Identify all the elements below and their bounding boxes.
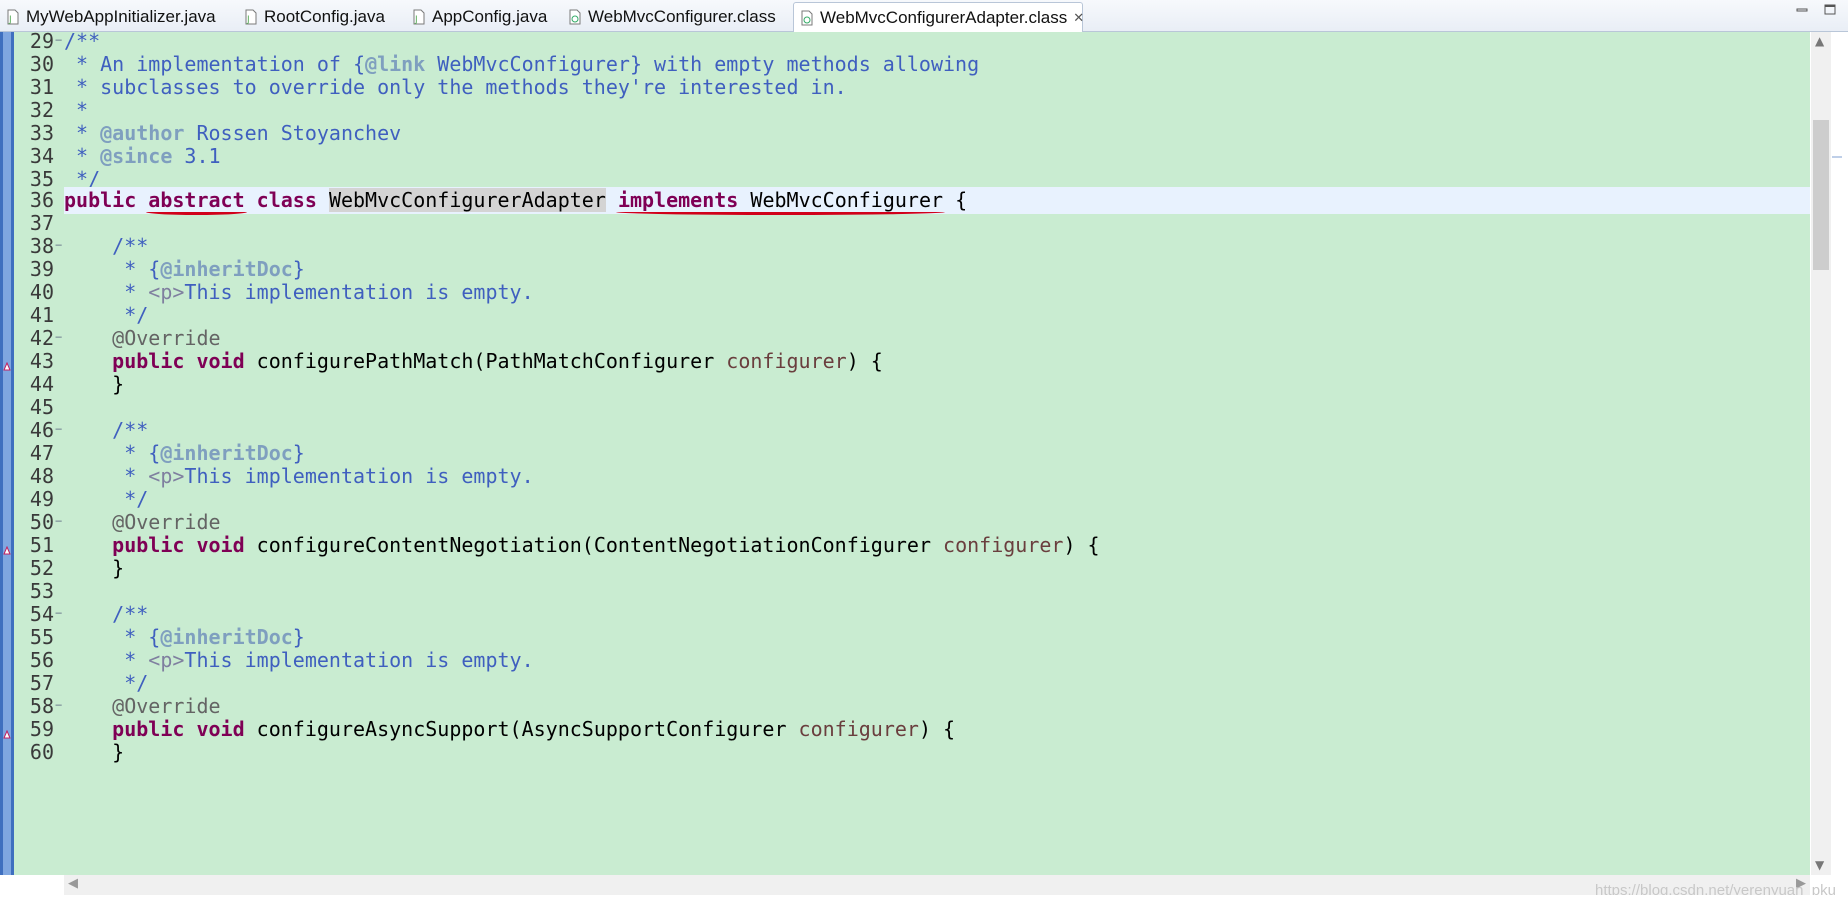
code-editor[interactable]: 29−30 31 32 33 34 35 36 37 38−39 40 41 42−43 44 45 46−…	[0, 29, 1848, 908]
svg-text:J: J	[8, 15, 12, 25]
fold-toggle-icon[interactable]: −	[55, 417, 63, 444]
scroll-left-icon[interactable]: ◀	[68, 876, 78, 891]
code-line-60: }	[64, 740, 125, 764]
minimize-icon[interactable]	[1794, 2, 1810, 18]
code-text-area[interactable]: /** * An implementation of {@link WebMvc…	[64, 32, 1810, 875]
java-file-icon: J	[412, 9, 426, 25]
tab-label: RootConfig.java	[264, 7, 385, 26]
tab-rootconfig[interactable]: J RootConfig.java	[238, 2, 406, 32]
java-file-icon: J	[6, 9, 20, 25]
fold-toggle-icon[interactable]: −	[55, 693, 63, 720]
override-marker-icon[interactable]	[3, 541, 11, 555]
class-file-icon	[568, 9, 582, 25]
vertical-scrollbar[interactable]: ▲ ▼	[1810, 32, 1848, 875]
tab-label: WebMvcConfigurerAdapter.class	[820, 8, 1068, 27]
fold-toggle-icon[interactable]: −	[55, 233, 63, 260]
class-file-icon	[800, 10, 814, 26]
scroll-up-icon[interactable]: ▲	[1815, 34, 1824, 48]
java-file-icon: J	[244, 9, 258, 25]
class-name-highlight: WebMvcConfigurerAdapter	[328, 188, 606, 212]
underline-implements: implements WebMvcConfigurer	[617, 188, 944, 212]
tab-appconfig[interactable]: J AppConfig.java	[406, 2, 562, 32]
overview-ruler-mark[interactable]	[1832, 156, 1842, 158]
fold-toggle-icon[interactable]: −	[55, 601, 63, 628]
scroll-thumb[interactable]	[1813, 120, 1829, 270]
fold-toggle-icon[interactable]: −	[55, 28, 63, 55]
override-marker-icon[interactable]	[3, 725, 11, 739]
maximize-icon[interactable]	[1822, 2, 1838, 18]
scroll-down-icon[interactable]: ▼	[1815, 858, 1824, 872]
tab-label: WebMvcConfigurer.class	[588, 7, 776, 26]
override-marker-icon[interactable]	[3, 357, 11, 371]
fold-toggle-icon[interactable]: −	[55, 509, 63, 536]
svg-text:J: J	[414, 15, 418, 25]
svg-text:J: J	[246, 15, 250, 25]
editor-bottom-strip	[0, 895, 1848, 908]
tab-label: MyWebAppInitializer.java	[26, 7, 216, 26]
editor-tab-bar: J MyWebAppInitializer.java J RootConfig.…	[0, 0, 1848, 33]
line-number: 60	[29, 740, 54, 764]
annotation-ruler	[0, 32, 14, 875]
tab-webmvcconfigurer[interactable]: WebMvcConfigurer.class	[562, 2, 792, 32]
close-tab-icon[interactable]: ✕	[1073, 10, 1084, 26]
tab-webmvcconfigureradapter[interactable]: WebMvcConfigurerAdapter.class ✕	[793, 2, 1084, 33]
horizontal-scrollbar[interactable]: ◀ ▶	[64, 875, 1810, 895]
fold-toggle-icon[interactable]: −	[55, 325, 63, 352]
tab-label: AppConfig.java	[432, 7, 548, 26]
underline-abstract: abstract	[148, 188, 245, 212]
